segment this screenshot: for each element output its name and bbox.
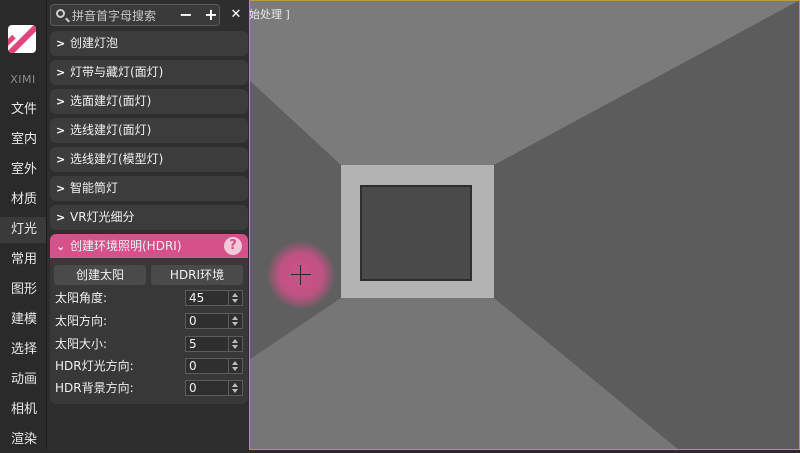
- search-icon: [56, 9, 65, 18]
- sun-direction-value: 0: [189, 314, 197, 328]
- spinner-icon[interactable]: [228, 291, 242, 305]
- hdri-environment-button[interactable]: HDRI环境: [151, 265, 243, 285]
- sun-angle-label: 太阳角度:: [55, 291, 108, 305]
- chevron-right-icon: >: [56, 95, 66, 108]
- 3d-viewport[interactable]: 始处理 ]: [249, 0, 800, 450]
- app-logo: [8, 25, 36, 53]
- chevron-right-icon: >: [56, 37, 66, 50]
- room-perspective: [249, 0, 800, 450]
- sun-size-field[interactable]: 5: [185, 336, 243, 352]
- crosshair-cursor-icon: [291, 265, 311, 285]
- nav-item-animation[interactable]: 动画: [0, 367, 46, 393]
- hdr-light-direction-label: HDR灯光方向:: [55, 359, 134, 373]
- hdr-light-direction-value: 0: [189, 359, 197, 373]
- chevron-down-icon: ⌄: [56, 240, 66, 253]
- chevron-right-icon: >: [56, 66, 66, 79]
- spinner-icon[interactable]: [228, 381, 242, 395]
- viewport-caption: 始处理 ]: [249, 8, 290, 21]
- lighting-panel: − + ✕ > 创建灯泡 > 灯带与藏灯(面灯) > 选面建灯(面灯) > 选线…: [47, 0, 249, 450]
- nav-item-select[interactable]: 选择: [0, 337, 46, 363]
- section-create-bulb[interactable]: > 创建灯泡: [50, 31, 248, 56]
- nav-item-material[interactable]: 材质: [0, 187, 46, 213]
- hdr-background-direction-label: HDR背景方向:: [55, 381, 134, 395]
- section-label: VR灯光细分: [70, 210, 135, 224]
- chevron-right-icon: >: [56, 211, 66, 224]
- spinner-icon[interactable]: [228, 314, 242, 328]
- nav-item-shapes[interactable]: 图形: [0, 277, 46, 303]
- nav-item-modeling[interactable]: 建模: [0, 307, 46, 333]
- section-label: 选面建灯(面灯): [70, 94, 152, 108]
- hdri-section-body: 创建太阳 HDRI环境 太阳角度: 45 太阳方向: 0 太阳大小: 5 HDR…: [50, 258, 248, 404]
- expand-button[interactable]: +: [201, 5, 221, 25]
- chevron-right-icon: >: [56, 124, 66, 137]
- section-smart-downlight[interactable]: > 智能筒灯: [50, 176, 248, 201]
- search-input[interactable]: [70, 7, 219, 25]
- nav-item-lighting[interactable]: 灯光: [0, 217, 46, 243]
- chevron-right-icon: >: [56, 182, 66, 195]
- create-sun-button[interactable]: 创建太阳: [54, 265, 146, 285]
- sun-direction-field[interactable]: 0: [185, 313, 243, 329]
- chevron-right-icon: >: [56, 153, 66, 166]
- hdr-background-direction-value: 0: [189, 381, 197, 395]
- left-toolbar: XIMI 文件 室内 室外 材质 灯光 常用 图形 建模 选择 动画 相机 渲染: [0, 0, 47, 450]
- sun-size-value: 5: [189, 337, 197, 351]
- collapse-button[interactable]: −: [176, 5, 196, 25]
- sun-direction-label: 太阳方向:: [55, 314, 108, 328]
- spinner-icon[interactable]: [228, 359, 242, 373]
- help-icon[interactable]: ?: [224, 237, 242, 255]
- section-light-strip[interactable]: > 灯带与藏灯(面灯): [50, 60, 248, 85]
- sun-angle-field[interactable]: 45: [185, 290, 243, 306]
- hdr-light-direction-field[interactable]: 0: [185, 358, 243, 374]
- brand-label: XIMI: [10, 73, 36, 86]
- sun-size-label: 太阳大小:: [55, 337, 108, 351]
- section-hdri[interactable]: ⌄ 创建环境照明(HDRI) ?: [50, 234, 248, 259]
- nav-item-render[interactable]: 渲染: [0, 427, 46, 453]
- sun-angle-value: 45: [189, 291, 205, 305]
- section-label: 创建灯泡: [70, 36, 119, 50]
- window-opening: [360, 185, 472, 281]
- section-face-light[interactable]: > 选面建灯(面灯): [50, 89, 248, 114]
- section-label: 选线建灯(模型灯): [70, 152, 164, 166]
- nav-item-interior[interactable]: 室内: [0, 127, 46, 153]
- section-line-face-light[interactable]: > 选线建灯(面灯): [50, 118, 248, 143]
- section-line-model-light[interactable]: > 选线建灯(模型灯): [50, 147, 248, 172]
- section-label: 智能筒灯: [70, 181, 119, 195]
- section-label: 灯带与藏灯(面灯): [70, 65, 164, 79]
- hdr-background-direction-field[interactable]: 0: [185, 380, 243, 396]
- section-label: 选线建灯(面灯): [70, 123, 152, 137]
- section-vr-subdivision[interactable]: > VR灯光细分: [50, 205, 248, 230]
- nav-item-file[interactable]: 文件: [0, 97, 46, 123]
- close-button[interactable]: ✕: [226, 5, 246, 25]
- nav-item-camera[interactable]: 相机: [0, 397, 46, 423]
- section-label: 创建环境照明(HDRI): [70, 239, 182, 253]
- nav-item-common[interactable]: 常用: [0, 247, 46, 273]
- nav-item-exterior[interactable]: 室外: [0, 157, 46, 183]
- spinner-icon[interactable]: [228, 337, 242, 351]
